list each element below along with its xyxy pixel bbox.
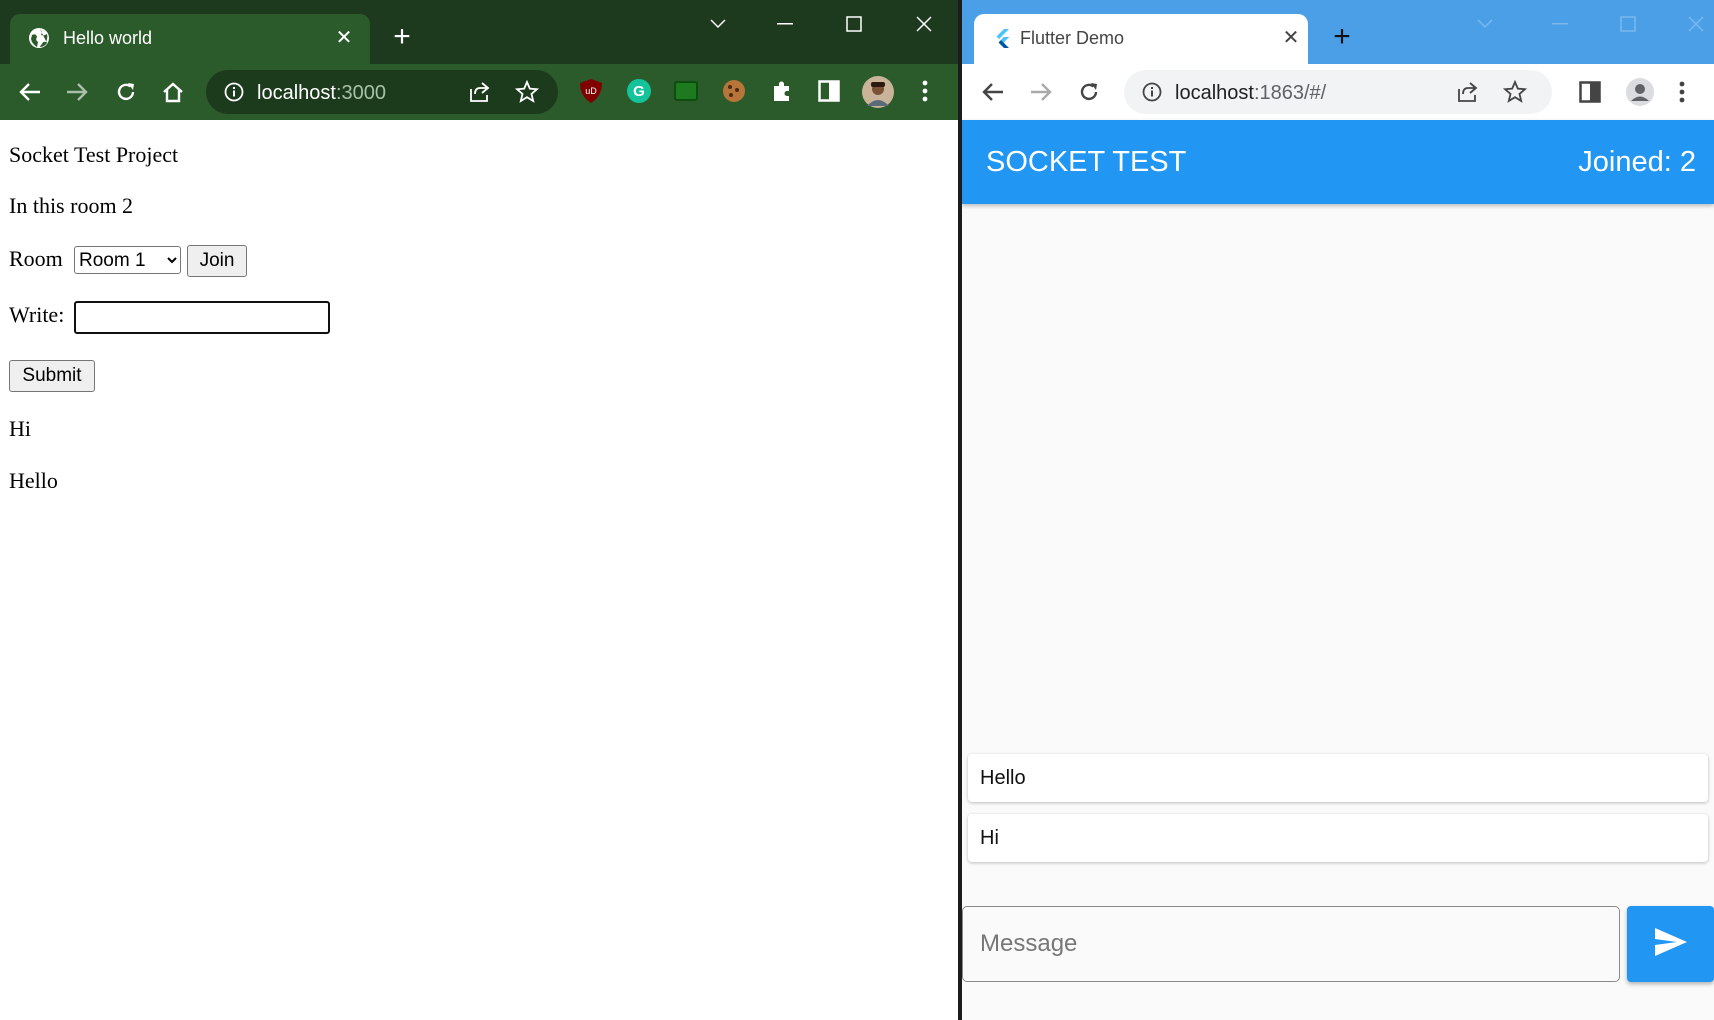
address-bar[interactable]: localhost:1863/#/ <box>1124 70 1552 114</box>
menu-kebab-icon[interactable] <box>922 80 928 107</box>
site-info-icon[interactable] <box>224 82 244 107</box>
left-tab-strip: Hello world ✕ + <box>0 0 958 64</box>
globe-icon <box>28 27 50 54</box>
flutter-logo-icon <box>994 28 1010 53</box>
profile-avatar[interactable] <box>1626 78 1654 111</box>
app-bar: SOCKET TEST Joined: 2 <box>962 120 1714 204</box>
share-icon[interactable] <box>468 81 492 108</box>
address-host: localhost <box>257 82 336 104</box>
forward-arrow-icon[interactable] <box>63 78 91 106</box>
svg-text:uD: uD <box>585 86 597 96</box>
close-tab-icon[interactable]: ✕ <box>332 26 356 50</box>
screen-extension-icon[interactable] <box>674 80 698 107</box>
left-browser-window: Hello world ✕ + localhost:3000 uD G Sock… <box>0 0 958 1020</box>
message-input[interactable] <box>962 906 1620 982</box>
ublock-extension-icon[interactable]: uD <box>579 78 603 109</box>
room-label: Room <box>9 246 63 271</box>
address-host: localhost <box>1175 82 1254 104</box>
address-bar[interactable]: localhost:3000 <box>206 70 558 114</box>
message-item: Hi <box>9 416 31 441</box>
cookie-extension-icon[interactable] <box>722 79 746 108</box>
grammarly-extension-icon[interactable]: G <box>627 79 651 108</box>
tab-title: Hello world <box>63 28 153 48</box>
send-icon <box>1654 927 1688 962</box>
reload-icon[interactable] <box>112 78 140 106</box>
home-icon[interactable] <box>159 78 187 106</box>
new-tab-button[interactable]: + <box>387 22 417 52</box>
bookmark-star-icon[interactable] <box>1502 79 1528 109</box>
side-panel-icon[interactable] <box>1579 81 1601 108</box>
joined-count: Joined: 2 <box>1578 146 1696 178</box>
right-tab-strip: Flutter Demo ✕ + <box>962 0 1714 64</box>
address-text: localhost:3000 <box>257 82 386 105</box>
join-button[interactable]: Join <box>187 245 247 277</box>
address-text: localhost:1863/#/ <box>1175 82 1326 105</box>
maximize-icon[interactable] <box>834 10 874 38</box>
right-tab-flutter-demo[interactable]: Flutter Demo ✕ <box>974 14 1308 64</box>
back-arrow-icon[interactable] <box>979 78 1007 106</box>
address-path: :1863/#/ <box>1253 82 1327 104</box>
share-icon[interactable] <box>1456 81 1480 108</box>
message-item: Hello <box>9 468 58 493</box>
app-title: SOCKET TEST <box>986 146 1187 178</box>
reload-icon[interactable] <box>1075 78 1103 106</box>
left-tab-hello-world[interactable]: Hello world ✕ <box>10 14 370 64</box>
maximize-icon[interactable] <box>1608 10 1648 38</box>
right-browser-window: Flutter Demo ✕ + localhost:1863/#/ SOCKE… <box>962 0 1714 1020</box>
puzzle-extensions-icon[interactable] <box>770 79 794 108</box>
message-text: Hi <box>980 827 999 849</box>
submit-button[interactable]: Submit <box>9 360 95 392</box>
left-page-content: Socket Test Project In this room 2 Room … <box>0 120 958 1020</box>
address-port: :3000 <box>335 82 386 104</box>
tab-title: Flutter Demo <box>1020 28 1125 48</box>
close-tab-icon[interactable]: ✕ <box>1279 26 1303 50</box>
page-heading: Socket Test Project <box>9 142 179 167</box>
new-tab-button[interactable]: + <box>1327 22 1357 52</box>
tab-search-chevron-icon[interactable] <box>1465 10 1505 38</box>
right-toolbar: localhost:1863/#/ <box>962 64 1714 120</box>
site-info-icon[interactable] <box>1142 82 1162 107</box>
tab-search-chevron-icon[interactable] <box>698 10 738 38</box>
side-panel-icon[interactable] <box>818 80 840 107</box>
write-label: Write: <box>9 302 65 327</box>
svg-text:G: G <box>633 83 645 100</box>
room-count-text: In this room 2 <box>9 193 134 218</box>
forward-arrow-icon[interactable] <box>1027 78 1055 106</box>
bookmark-star-icon[interactable] <box>514 79 540 109</box>
message-card: Hello <box>968 754 1708 802</box>
message-card: Hi <box>968 814 1708 862</box>
message-text: Hello <box>980 767 1026 789</box>
minimize-icon[interactable] <box>1540 10 1580 38</box>
room-select[interactable]: Room 1 <box>74 246 181 274</box>
back-arrow-icon[interactable] <box>16 78 44 106</box>
close-window-icon[interactable] <box>904 10 944 38</box>
profile-avatar[interactable] <box>862 76 894 113</box>
left-toolbar: localhost:3000 uD G <box>0 64 958 120</box>
menu-kebab-icon[interactable] <box>1679 81 1685 108</box>
write-input[interactable] <box>74 301 330 334</box>
close-window-icon[interactable] <box>1676 10 1714 38</box>
minimize-icon[interactable] <box>765 10 805 38</box>
send-button[interactable] <box>1627 906 1714 982</box>
